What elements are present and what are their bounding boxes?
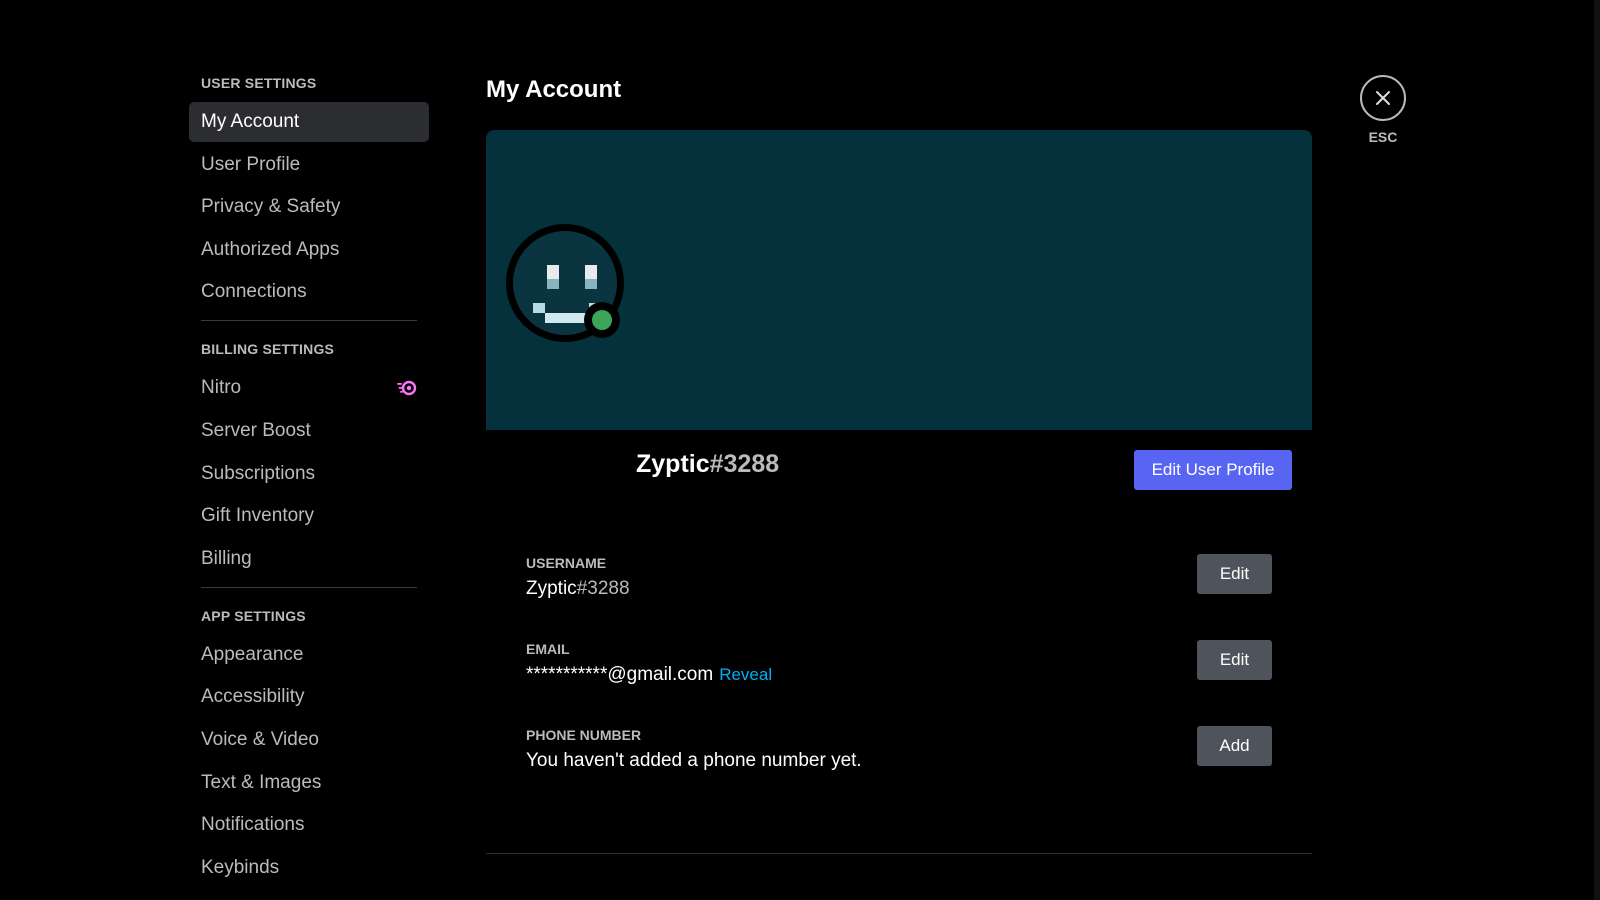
sidebar-item-user-profile[interactable]: User Profile <box>189 145 429 185</box>
sidebar-item-keybinds[interactable]: Keybinds <box>189 848 429 888</box>
username-label: USERNAME <box>526 555 607 571</box>
email-field: EMAIL ***********@gmail.com Reveal Edit <box>526 640 1272 722</box>
scrollbar[interactable] <box>1594 0 1600 900</box>
username-value-name: Zyptic <box>526 578 577 599</box>
settings-sidebar: USER SETTINGS My Account User Profile Pr… <box>189 72 429 890</box>
email-value: ***********@gmail.com Reveal <box>526 664 1272 686</box>
phone-field: PHONE NUMBER You haven't added a phone n… <box>526 726 1272 808</box>
reveal-email-link[interactable]: Reveal <box>719 665 772 684</box>
close-settings[interactable]: ESC <box>1360 75 1406 145</box>
sidebar-item-gift-inventory[interactable]: Gift Inventory <box>189 496 429 536</box>
online-status-indicator <box>584 302 620 338</box>
phone-value: You haven't added a phone number yet. <box>526 750 862 771</box>
sidebar-item-nitro[interactable]: Nitro <box>189 368 429 408</box>
sidebar-item-appearance[interactable]: Appearance <box>189 635 429 675</box>
user-header-row: Zyptic#3288 Edit User Profile <box>486 430 1312 518</box>
username-field: USERNAME Zyptic#3288 Edit <box>526 554 1272 636</box>
sidebar-item-privacy-safety[interactable]: Privacy & Safety <box>189 187 429 227</box>
username-text: Zyptic <box>636 450 710 478</box>
profile-banner <box>486 130 1312 430</box>
discriminator-text: #3288 <box>709 450 780 478</box>
sidebar-item-accessibility[interactable]: Accessibility <box>189 677 429 717</box>
close-icon <box>1376 91 1390 105</box>
sidebar-separator <box>201 586 417 588</box>
sidebar-item-server-boost[interactable]: Server Boost <box>189 411 429 451</box>
phone-label: PHONE NUMBER <box>526 727 642 743</box>
account-panel: My Account Zyptic#3288 Edit User Profile… <box>486 72 1312 808</box>
sidebar-item-voice-video[interactable]: Voice & Video <box>189 720 429 760</box>
avatar[interactable] <box>506 224 624 342</box>
app-settings-header: APP SETTINGS <box>201 607 306 624</box>
sidebar-item-label: Nitro <box>201 377 242 399</box>
user-settings-header: USER SETTINGS <box>201 75 317 91</box>
sidebar-item-my-account[interactable]: My Account <box>189 102 429 142</box>
edit-username-button[interactable]: Edit <box>1197 554 1272 594</box>
sidebar-item-text-images[interactable]: Text & Images <box>189 763 429 803</box>
sidebar-item-authorized-apps[interactable]: Authorized Apps <box>189 230 429 270</box>
sidebar-separator <box>201 320 417 322</box>
profile-card: Zyptic#3288 Edit User Profile USERNAME Z… <box>486 130 1312 808</box>
account-fields: USERNAME Zyptic#3288 Edit EMAIL ********… <box>486 518 1312 808</box>
add-phone-button[interactable]: Add <box>1197 726 1272 766</box>
close-button[interactable] <box>1360 75 1406 121</box>
sidebar-item-connections[interactable]: Connections <box>189 272 429 312</box>
billing-settings-header: BILLING SETTINGS <box>201 341 335 358</box>
sidebar-item-billing[interactable]: Billing <box>189 539 429 579</box>
email-label: EMAIL <box>526 641 570 657</box>
profile-username: Zyptic#3288 <box>636 450 779 479</box>
username-value: Zyptic#3288 <box>526 578 1272 600</box>
page-title: My Account <box>486 76 622 103</box>
section-divider <box>486 853 1312 854</box>
edit-email-button[interactable]: Edit <box>1197 640 1272 680</box>
edit-user-profile-button[interactable]: Edit User Profile <box>1134 450 1292 490</box>
username-value-disc: #3288 <box>576 578 630 599</box>
esc-label: ESC <box>1368 129 1398 145</box>
sidebar-item-subscriptions[interactable]: Subscriptions <box>189 454 429 494</box>
email-masked-text: ***********@gmail.com <box>526 664 714 685</box>
nitro-icon <box>397 381 417 396</box>
sidebar-item-notifications[interactable]: Notifications <box>189 805 429 845</box>
